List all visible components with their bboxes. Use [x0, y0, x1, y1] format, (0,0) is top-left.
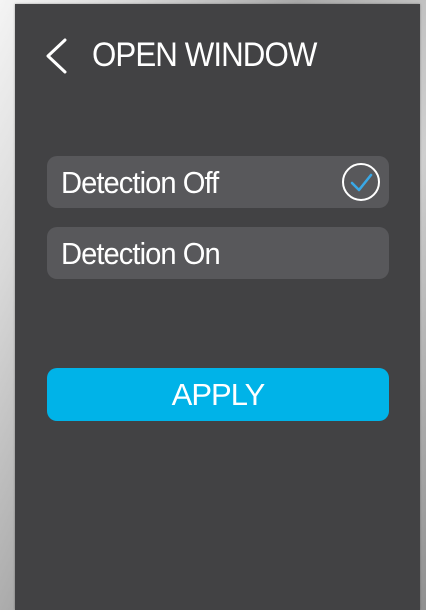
apply-button[interactable]: APPLY [47, 368, 389, 421]
option-detection-off[interactable]: Detection Off [47, 156, 389, 208]
check-circle-icon [342, 163, 380, 201]
option-detection-on[interactable]: Detection On [47, 227, 389, 279]
apply-label: APPLY [171, 377, 266, 412]
back-button[interactable] [39, 34, 75, 78]
option-label: Detection Off [61, 165, 219, 200]
page-title: OPEN WINDOW [92, 36, 317, 74]
chevron-left-icon [46, 38, 67, 74]
header: OPEN WINDOW [15, 4, 420, 104]
option-label: Detection On [61, 236, 221, 271]
device-screen: OPEN WINDOW Detection Off Detection On A… [15, 4, 420, 610]
